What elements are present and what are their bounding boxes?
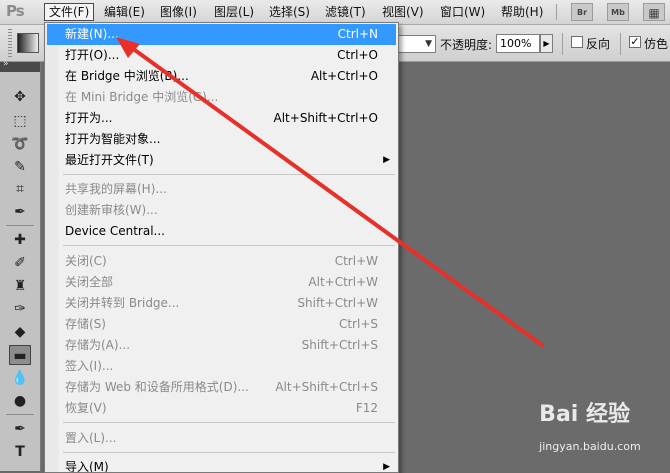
menu-item-open-as[interactable]: 打开为... Alt+Shift+Ctrl+O xyxy=(47,108,396,129)
baidu-watermark: Bai 经验 jingyan.baidu.com xyxy=(539,396,641,453)
menu-item-recent-files[interactable]: 最近打开文件(T) ▶ xyxy=(47,150,396,171)
clone-stamp-tool-icon[interactable]: ♜ xyxy=(9,276,31,296)
photoshop-logo: Ps xyxy=(6,2,25,20)
dither-label: 仿色 xyxy=(644,37,669,51)
history-brush-tool-icon[interactable]: ✑ xyxy=(9,299,31,319)
gradient-tool-preset-icon[interactable] xyxy=(17,33,39,53)
chevron-down-icon: ▼ xyxy=(425,39,432,49)
menu-edit[interactable]: 编辑(E) xyxy=(100,3,149,21)
mode-dropdown[interactable]: ▼ xyxy=(396,35,436,53)
lasso-tool-icon[interactable]: ➰ xyxy=(9,134,31,154)
menu-item-revert[interactable]: 恢复(V) F12 xyxy=(47,398,396,419)
menu-layer[interactable]: 图层(L) xyxy=(210,3,258,21)
move-tool-icon[interactable]: ✥ xyxy=(9,87,31,107)
menu-select[interactable]: 选择(S) xyxy=(265,3,314,21)
menu-item-new[interactable]: 新建(N)... Ctrl+N xyxy=(47,24,396,45)
menu-item-close-all[interactable]: 关闭全部 Alt+Ctrl+W xyxy=(47,272,396,293)
tools-divider xyxy=(6,225,34,226)
menu-separator xyxy=(63,245,395,246)
menu-item-save-as[interactable]: 存储为(A)... Shift+Ctrl+S xyxy=(47,335,396,356)
quick-select-tool-icon[interactable]: ✎ xyxy=(9,157,31,177)
options-divider xyxy=(562,33,563,55)
menu-item-create-review[interactable]: 创建新审核(W)... xyxy=(47,200,396,221)
menu-item-browse-bridge[interactable]: 在 Bridge 中浏览(B)... Alt+Ctrl+O xyxy=(47,66,396,87)
menu-window[interactable]: 窗口(W) xyxy=(436,3,489,21)
menu-item-save-for-web[interactable]: 存储为 Web 和设备所用格式(D)... Alt+Shift+Ctrl+S xyxy=(47,377,396,398)
view-extras-icon[interactable]: ▦ xyxy=(643,3,665,21)
menu-help[interactable]: 帮助(H) xyxy=(497,3,547,21)
watermark-url: jingyan.baidu.com xyxy=(539,440,641,453)
menu-item-open-smart-object[interactable]: 打开为智能对象... xyxy=(47,129,396,150)
menu-file[interactable]: 文件(F) xyxy=(44,3,95,21)
menu-item-place[interactable]: 置入(L)... xyxy=(47,428,396,449)
opacity-input[interactable]: 100% xyxy=(496,34,540,53)
reverse-checkbox[interactable] xyxy=(571,36,583,48)
tools-divider xyxy=(6,414,34,415)
submenu-arrow-icon: ▶ xyxy=(383,155,390,165)
menu-view[interactable]: 视图(V) xyxy=(378,3,428,21)
eyedropper-tool-icon[interactable]: ✒ xyxy=(9,202,31,222)
type-tool-icon[interactable]: T xyxy=(9,442,31,462)
menu-item-open[interactable]: 打开(O)... Ctrl+O xyxy=(47,45,396,66)
menu-separator xyxy=(63,452,395,453)
menu-separator xyxy=(63,174,395,175)
crop-tool-icon[interactable]: ⌗ xyxy=(9,179,31,199)
tools-panel: » ✥ ⬚ ➰ ✎ ⌗ ✒ ✚ ✐ ♜ ✑ ◆ ▬ 💧 ● ✒ T xyxy=(0,59,41,471)
file-menu-dropdown: 新建(N)... Ctrl+N 打开(O)... Ctrl+O 在 Bridge 中… xyxy=(44,22,399,473)
dodge-tool-icon[interactable]: ● xyxy=(9,391,31,411)
menu-item-close[interactable]: 关闭(C) Ctrl+W xyxy=(47,251,396,272)
eraser-tool-icon[interactable]: ◆ xyxy=(9,322,31,342)
options-divider xyxy=(620,33,621,55)
menu-image[interactable]: 图像(I) xyxy=(156,3,201,21)
menu-separator xyxy=(63,422,395,423)
menu-item-browse-mini-bridge[interactable]: 在 Mini Bridge 中浏览(G)... xyxy=(47,87,396,108)
menu-item-close-go-bridge[interactable]: 关闭并转到 Bridge... Shift+Ctrl+W xyxy=(47,293,396,314)
menu-item-share-screen[interactable]: 共享我的屏幕(H)... xyxy=(47,179,396,200)
opacity-label: 不透明度: xyxy=(440,38,493,52)
menu-item-check-in[interactable]: 签入(I)... xyxy=(47,356,396,377)
watermark-logo: Bai 经验 xyxy=(539,402,630,427)
marquee-tool-icon[interactable]: ⬚ xyxy=(9,111,31,131)
menubar-divider xyxy=(556,4,557,20)
brush-tool-icon[interactable]: ✐ xyxy=(9,253,31,273)
healing-brush-tool-icon[interactable]: ✚ xyxy=(9,230,31,250)
gradient-tool-icon[interactable]: ▬ xyxy=(9,345,31,365)
menu-item-device-central[interactable]: Device Central... xyxy=(47,221,396,242)
blur-tool-icon[interactable]: 💧 xyxy=(9,368,31,388)
pen-tool-icon[interactable]: ✒ xyxy=(9,419,31,439)
tools-panel-header[interactable]: » xyxy=(0,59,40,72)
menu-filter[interactable]: 滤镜(T) xyxy=(321,3,370,21)
bridge-button[interactable]: Br xyxy=(571,3,593,21)
dither-checkbox[interactable]: ✓ xyxy=(629,36,641,48)
opacity-slider-arrow-icon[interactable]: ▶ xyxy=(540,34,553,53)
mini-bridge-button[interactable]: Mb xyxy=(607,3,629,21)
menu-item-save[interactable]: 存储(S) Ctrl+S xyxy=(47,314,396,335)
collapse-icon[interactable]: » xyxy=(3,59,9,69)
reverse-label: 反向 xyxy=(586,37,611,51)
options-bar-grip[interactable] xyxy=(8,29,12,57)
